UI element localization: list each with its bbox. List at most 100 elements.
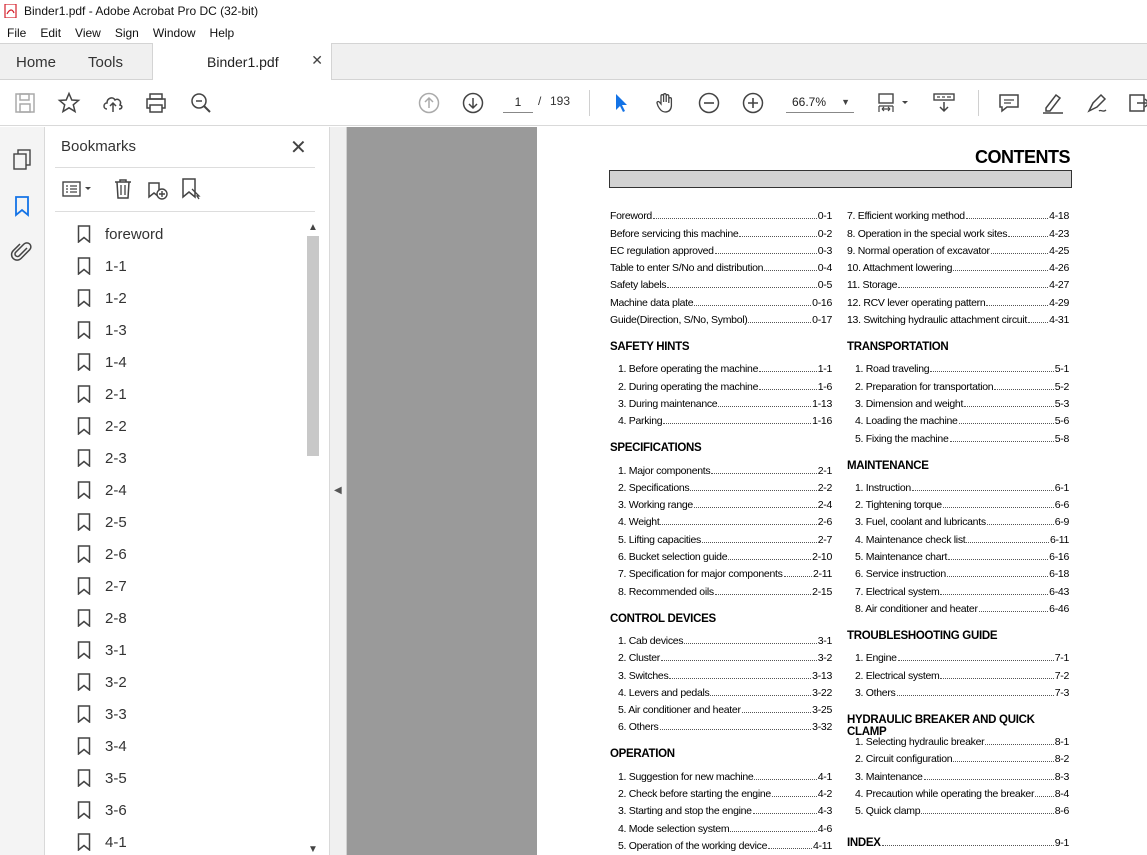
toc-entry[interactable]: 6. Service instruction 6-18 xyxy=(847,563,1069,580)
toc-entry[interactable]: 11. Storage 4-27 xyxy=(847,274,1069,291)
menu-window[interactable]: Window xyxy=(146,26,203,40)
select-cursor-icon[interactable] xyxy=(609,91,633,115)
toc-entry[interactable]: 6. Others 3-32 xyxy=(610,716,832,733)
toc-entry[interactable]: 5. Fixing the machine 5-8 xyxy=(847,427,1069,445)
bookmark-item[interactable]: 1-4 xyxy=(73,346,303,378)
toc-entry[interactable]: 3. Dimension and weight 5-3 xyxy=(847,393,1069,410)
toc-entry[interactable]: 7. Efficient working method 4-18 xyxy=(847,205,1069,222)
toc-entry[interactable]: 1. Road traveling 5-1 xyxy=(847,358,1069,375)
page-thumbnails-icon[interactable] xyxy=(10,147,34,171)
close-tab-icon[interactable]: ✕ xyxy=(311,52,323,69)
previous-page-icon[interactable] xyxy=(417,91,441,115)
toc-entry[interactable]: 10. Attachment lowering 4-26 xyxy=(847,257,1069,274)
bookmark-item[interactable]: 3-4 xyxy=(73,730,303,762)
toc-entry[interactable]: 4. Precaution while operating the breake… xyxy=(847,783,1069,800)
toc-entry[interactable]: 1. Instruction 6-1 xyxy=(847,477,1069,494)
sign-pen-icon[interactable] xyxy=(1085,91,1109,115)
tab-home[interactable]: Home xyxy=(16,54,56,71)
chevron-down-icon[interactable]: ▼ xyxy=(308,844,318,855)
document-view[interactable]: CONTENTS Foreword 0-1 Before servicing thi… xyxy=(347,127,1147,855)
bookmark-options-icon[interactable] xyxy=(61,177,95,201)
bookmark-item[interactable]: 2-5 xyxy=(73,506,303,538)
cloud-upload-icon[interactable] xyxy=(101,91,125,115)
search-zoom-icon[interactable] xyxy=(189,91,213,115)
toc-entry[interactable]: EC regulation approved 0-3 xyxy=(610,240,832,257)
next-page-icon[interactable] xyxy=(461,91,485,115)
menu-file[interactable]: File xyxy=(0,26,33,40)
bookmark-search-icon[interactable] xyxy=(179,177,203,201)
toc-entry[interactable]: 3. Fuel, coolant and lubricants 6-9 xyxy=(847,511,1069,528)
toc-entry[interactable]: Table to enter S/No and distribution 0-4 xyxy=(610,257,832,274)
page-number-input[interactable]: 1 xyxy=(503,91,533,113)
toc-entry[interactable]: 2. Tightening torque 6-6 xyxy=(847,494,1069,511)
menu-help[interactable]: Help xyxy=(203,26,242,40)
bookmark-item[interactable]: 3-5 xyxy=(73,762,303,794)
toc-entry[interactable]: 5. Operation of the working device 4-11 xyxy=(610,835,832,852)
toc-entry[interactable]: 4. Levers and pedals 3-22 xyxy=(610,682,832,699)
toc-entry[interactable]: 8. Operation in the special work sites 4-… xyxy=(847,222,1069,240)
zoom-level-select[interactable]: 66.7% ▼ xyxy=(786,91,854,113)
save-icon[interactable] xyxy=(13,91,37,115)
bookmark-item[interactable]: foreword xyxy=(73,218,303,250)
toc-entry[interactable]: 2. Circuit configuration 8-2 xyxy=(847,748,1069,765)
toc-entry[interactable]: 4. Loading the machine 5-6 xyxy=(847,410,1069,427)
toc-entry[interactable]: 2. Check before starting the engine 4-2 xyxy=(610,783,832,800)
bookmark-item[interactable]: 2-7 xyxy=(73,570,303,602)
toc-entry[interactable]: 2. Electrical system 7-2 xyxy=(847,664,1069,682)
toc-entry[interactable]: Foreword 0-1 xyxy=(610,205,832,222)
toc-entry[interactable]: 3. Working range 2-4 xyxy=(610,494,832,511)
menu-sign[interactable]: Sign xyxy=(108,26,146,40)
export-pdf-icon[interactable] xyxy=(1127,91,1147,115)
bookmark-item[interactable]: 2-3 xyxy=(73,442,303,474)
tab-tools[interactable]: Tools xyxy=(88,54,123,71)
bookmark-item[interactable]: 3-3 xyxy=(73,698,303,730)
toc-entry[interactable]: Safety labels 0-5 xyxy=(610,274,832,291)
collapse-panel-icon[interactable]: ◀ xyxy=(334,485,342,496)
scroll-mode-icon[interactable] xyxy=(932,91,956,115)
new-bookmark-icon[interactable] xyxy=(145,177,169,201)
toc-entry[interactable]: 5. Lifting capacities 2-7 xyxy=(610,528,832,546)
toc-entry[interactable]: 1. Major components 2-1 xyxy=(610,459,832,477)
bookmark-item[interactable]: 3-6 xyxy=(73,794,303,826)
toc-entry[interactable]: 2. During operating the machine 1-6 xyxy=(610,375,832,393)
toc-entry[interactable]: 5. Air conditioner and heater 3-25 xyxy=(610,699,832,716)
highlight-pen-icon[interactable] xyxy=(1041,91,1065,115)
toc-entry[interactable]: Guide(Direction, S/No, Symbol) 0-17 xyxy=(610,309,832,326)
toc-entry[interactable]: 3. Switches 3-13 xyxy=(610,664,832,682)
toc-entry[interactable]: 8. Recommended oils 2-15 xyxy=(610,580,832,598)
toc-entry[interactable]: 4. Mode selection system 4-6 xyxy=(610,817,832,835)
toc-entry[interactable]: 7. Specification for major components 2-1… xyxy=(610,563,832,580)
toc-entry[interactable]: 5. Quick clamp 8-6 xyxy=(847,800,1069,817)
attachments-paperclip-icon[interactable] xyxy=(10,240,34,264)
bookmark-item[interactable]: 1-2 xyxy=(73,282,303,314)
bookmark-item[interactable]: 2-2 xyxy=(73,410,303,442)
menu-view[interactable]: View xyxy=(68,26,108,40)
print-icon[interactable] xyxy=(144,91,168,115)
toc-entry[interactable]: 1. Suggestion for new machine 4-1 xyxy=(610,765,832,783)
toc-entry[interactable]: 4. Parking 1-16 xyxy=(610,410,832,427)
star-icon[interactable] xyxy=(57,91,81,115)
toc-entry[interactable]: 1. Before operating the machine 1-1 xyxy=(610,358,832,375)
toc-entry[interactable]: 8. Air conditioner and heater 6-46 xyxy=(847,598,1069,615)
bookmark-item[interactable]: 3-2 xyxy=(73,666,303,698)
chevron-up-icon[interactable]: ▲ xyxy=(308,222,318,233)
toc-entry[interactable]: 5. Maintenance chart 6-16 xyxy=(847,546,1069,563)
zoom-in-icon[interactable] xyxy=(741,91,765,115)
bookmark-item[interactable]: 4-1 xyxy=(73,826,303,855)
menu-edit[interactable]: Edit xyxy=(33,26,68,40)
toc-entry[interactable]: 4. Weight 2-6 xyxy=(610,511,832,528)
toc-entry[interactable]: 6. Bucket selection guide 2-10 xyxy=(610,546,832,563)
toc-entry[interactable]: 12. RCV lever operating pattern 4-29 xyxy=(847,291,1069,309)
scrollbar-thumb[interactable] xyxy=(307,236,319,456)
tab-document[interactable]: Binder1.pdf ✕ xyxy=(152,43,332,80)
panel-splitter[interactable]: ◀ xyxy=(330,127,347,855)
bookmark-scrollbar[interactable]: ▲ ▼ xyxy=(307,222,319,855)
hand-tool-icon[interactable] xyxy=(653,91,677,115)
bookmark-item[interactable]: 3-1 xyxy=(73,634,303,666)
toc-entry[interactable]: 3. During maintenance 1-13 xyxy=(610,393,832,410)
toc-entry[interactable]: Before servicing this machine 0-2 xyxy=(610,222,832,240)
toc-entry[interactable]: 3. Maintenance 8-3 xyxy=(847,765,1069,783)
toc-entry[interactable]: 9. Normal operation of excavator 4-25 xyxy=(847,240,1069,257)
bookmark-item[interactable]: 1-1 xyxy=(73,250,303,282)
toc-entry[interactable]: 3. Others 7-3 xyxy=(847,682,1069,699)
